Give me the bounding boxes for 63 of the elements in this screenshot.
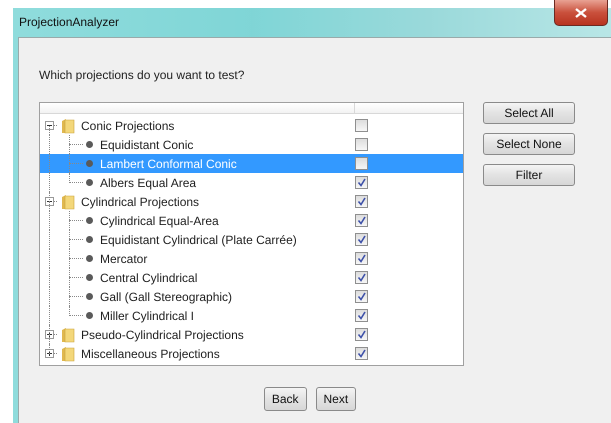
tree-row[interactable]: Conic Projections xyxy=(40,116,463,135)
bullet-icon xyxy=(86,179,93,186)
bullet-icon xyxy=(86,255,93,262)
projection-label: Equidistant Conic xyxy=(100,138,194,152)
checkbox[interactable] xyxy=(355,119,368,132)
tree-row[interactable]: Cylindrical Equal-Area xyxy=(40,211,463,230)
prompt-text: Which projections do you want to test? xyxy=(39,67,246,83)
expand-icon[interactable] xyxy=(45,349,54,358)
checkbox[interactable] xyxy=(355,252,368,265)
checkbox[interactable] xyxy=(355,157,368,170)
bullet-icon xyxy=(86,293,93,300)
expand-icon[interactable] xyxy=(45,330,54,339)
tree-row[interactable]: Gall (Gall Stereographic) xyxy=(40,287,463,306)
folder-icon xyxy=(61,194,75,210)
bullet-icon xyxy=(86,217,93,224)
bullet-icon xyxy=(86,236,93,243)
group-label: Miscellaneous Projections xyxy=(81,346,220,360)
tree-row[interactable]: Pseudo-Cylindrical Projections xyxy=(40,325,463,344)
action-button[interactable]: Filter xyxy=(483,164,575,186)
checkbox[interactable] xyxy=(355,290,368,303)
group-label: Pseudo-Cylindrical Projections xyxy=(81,328,244,342)
folder-icon xyxy=(61,326,75,342)
tree-row[interactable]: Mercator xyxy=(40,249,463,268)
group-label: Cylindrical Projections xyxy=(81,194,200,208)
close-icon xyxy=(575,8,587,18)
collapse-icon[interactable] xyxy=(45,197,54,206)
bullet-icon xyxy=(86,312,93,319)
checkbox[interactable] xyxy=(355,176,368,189)
checkbox[interactable] xyxy=(355,233,368,246)
checkbox[interactable] xyxy=(355,138,368,151)
checkbox[interactable] xyxy=(355,328,368,341)
group-label: Conic Projections xyxy=(81,118,174,132)
folder-icon xyxy=(61,118,75,134)
nav-button[interactable]: Back xyxy=(264,387,306,411)
tree-row[interactable]: Equidistant Cylindrical (Plate Carrée) xyxy=(40,230,463,249)
projection-label: Gall (Gall Stereographic) xyxy=(100,290,232,304)
projection-label: Cylindrical Equal-Area xyxy=(100,214,219,228)
collapse-icon[interactable] xyxy=(45,121,54,130)
tree-row[interactable]: Miller Cylindrical I xyxy=(40,306,463,325)
nav-button[interactable]: Next xyxy=(316,387,356,411)
projection-label: Central Cylindrical xyxy=(100,270,198,284)
checkbox[interactable] xyxy=(355,347,368,360)
projection-label: Miller Cylindrical I xyxy=(100,308,194,322)
tree-row[interactable]: Miscellaneous Projections xyxy=(40,344,463,363)
action-button[interactable]: Select All xyxy=(483,102,575,124)
projection-label: Albers Equal Area xyxy=(100,176,196,190)
bullet-icon xyxy=(86,274,93,281)
projection-label: Lambert Conformal Conic xyxy=(100,156,237,170)
checkbox[interactable] xyxy=(355,309,368,322)
checkbox[interactable] xyxy=(355,195,368,208)
tree-row[interactable]: Cylindrical Projections xyxy=(40,192,463,211)
close-button[interactable] xyxy=(554,0,608,26)
bullet-icon xyxy=(86,141,93,148)
window-title: ProjectionAnalyzer xyxy=(19,15,120,29)
folder-icon xyxy=(61,346,75,362)
projection-label: Equidistant Cylindrical (Plate Carrée) xyxy=(100,232,297,246)
checkbox[interactable] xyxy=(355,214,368,227)
tree-row[interactable]: Albers Equal Area xyxy=(40,173,463,192)
tree-row[interactable]: Central Cylindrical xyxy=(40,268,463,287)
action-button[interactable]: Select None xyxy=(483,133,575,155)
projection-label: Mercator xyxy=(100,252,148,266)
checkbox[interactable] xyxy=(355,271,368,284)
bullet-icon xyxy=(86,160,93,167)
